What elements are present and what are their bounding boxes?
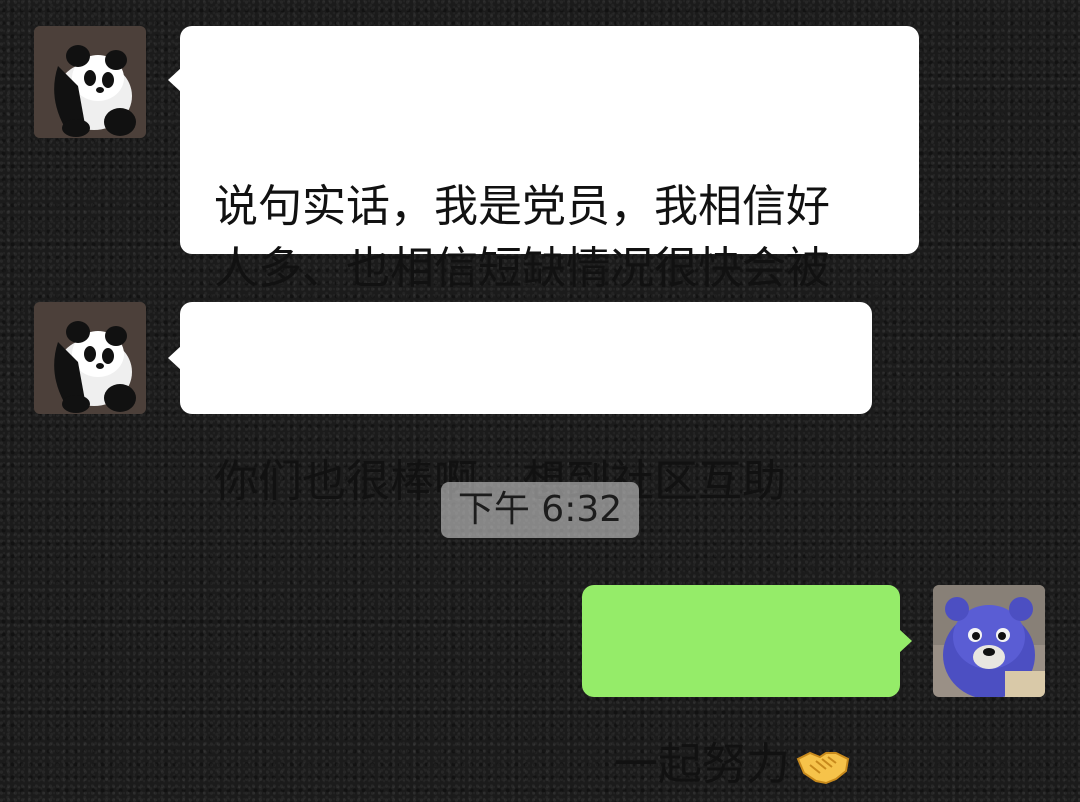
handshake-icon (796, 740, 850, 802)
blue-bear-avatar[interactable] (933, 585, 1045, 697)
bubble-tail (168, 346, 181, 370)
message-bubble[interactable]: 你们也很棒啊，想到社区互助 (168, 302, 872, 507)
bubble-tail (899, 629, 912, 653)
message-bubble[interactable]: 说句实话，我是党员，我相信好 人多、也相信短缺情况很快会被 政府改善 (168, 26, 919, 356)
timestamp: 下午 6:32 (441, 482, 639, 538)
chat-view: 说句实话，我是党员，我相信好 人多、也相信短缺情况很快会被 政府改善 你们也很棒… (0, 0, 1080, 790)
panda-avatar[interactable] (34, 302, 146, 414)
message-bubble[interactable]: 一起努力 (582, 585, 912, 790)
bubble-tail (168, 68, 181, 92)
message-text: 一起努力 (614, 739, 790, 790)
panda-avatar[interactable] (34, 26, 146, 138)
